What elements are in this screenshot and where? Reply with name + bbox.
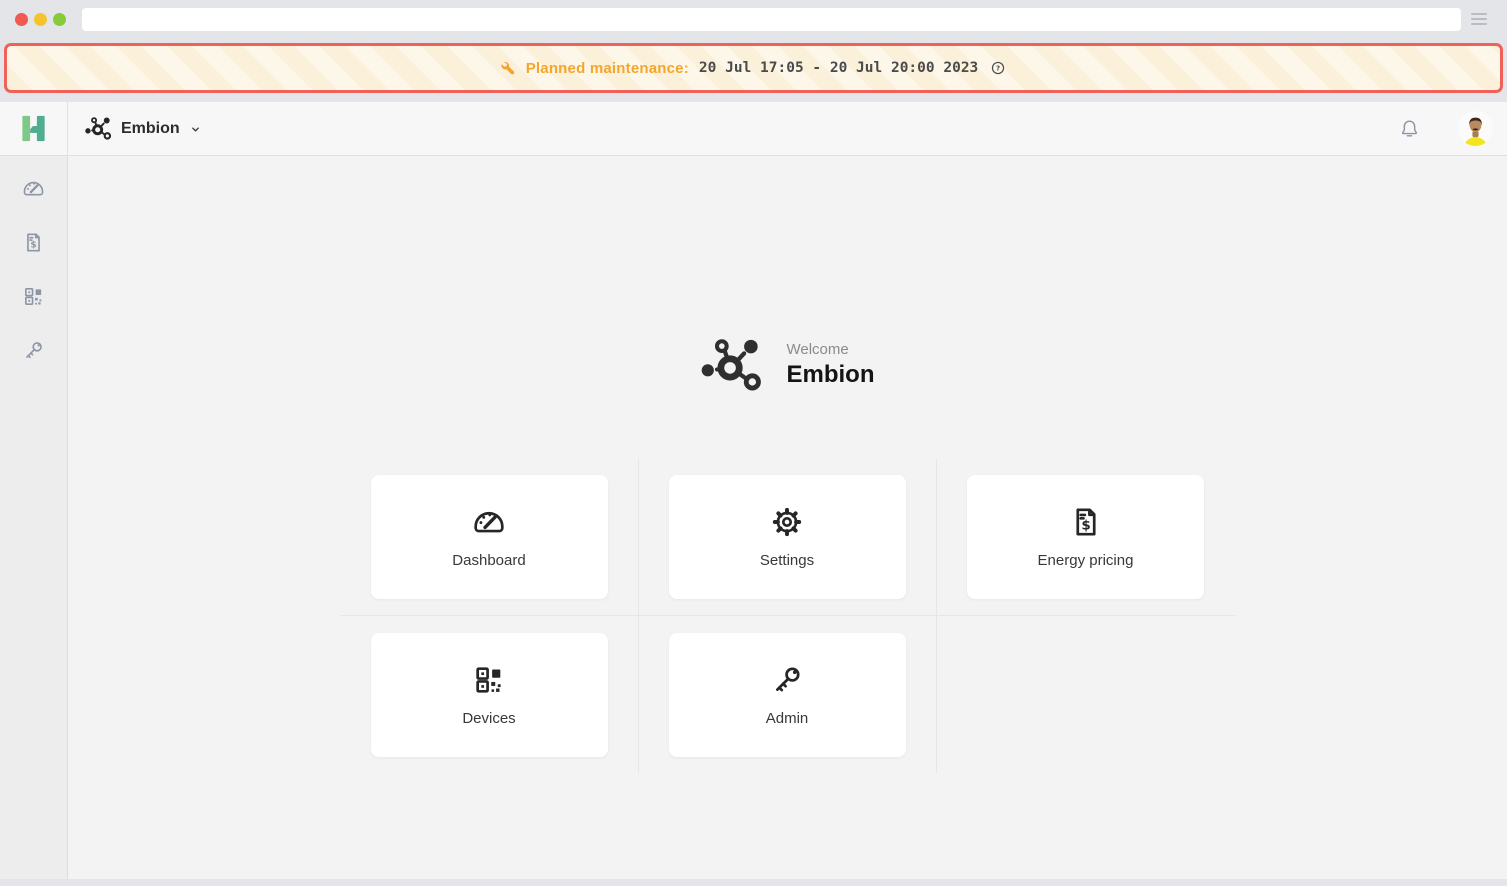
help-circle-icon[interactable] bbox=[988, 58, 1008, 78]
grid-cell: Settings bbox=[639, 459, 937, 616]
gear-icon bbox=[770, 505, 804, 539]
zoom-window-button[interactable] bbox=[53, 13, 66, 26]
main-content: Welcome Embion Dashboard Settings bbox=[68, 156, 1507, 879]
grid-cell: Dashboard bbox=[341, 459, 639, 616]
url-bar[interactable] bbox=[82, 8, 1461, 31]
grid-cell: Devices bbox=[341, 616, 639, 773]
qr-code-icon bbox=[472, 663, 506, 697]
browser-titlebar bbox=[0, 0, 1507, 38]
sidebar-item-admin[interactable] bbox=[14, 338, 54, 362]
hub-logo[interactable] bbox=[0, 102, 68, 156]
maintenance-banner: Planned maintenance: 20 Jul 17:05 - 20 J… bbox=[4, 43, 1503, 93]
app-header: Embion bbox=[68, 102, 1507, 156]
sidebar bbox=[0, 156, 68, 879]
h-logo-icon bbox=[18, 113, 49, 144]
grid-cell-empty bbox=[937, 616, 1235, 773]
molecule-icon bbox=[701, 334, 763, 396]
sidebar-item-energy-pricing[interactable] bbox=[14, 230, 54, 254]
card-energy-pricing[interactable]: Energy pricing bbox=[967, 475, 1204, 599]
card-admin[interactable]: Admin bbox=[669, 633, 906, 757]
maintenance-label: Planned maintenance: bbox=[526, 60, 689, 77]
org-switcher[interactable]: Embion bbox=[85, 115, 202, 142]
card-dashboard[interactable]: Dashboard bbox=[371, 475, 608, 599]
shortcut-grid: Dashboard Settings Energy pricing Device… bbox=[341, 459, 1235, 773]
card-label: Energy pricing bbox=[1038, 552, 1134, 569]
key-icon bbox=[22, 339, 45, 362]
sidebar-item-dashboard[interactable] bbox=[14, 176, 54, 200]
card-label: Devices bbox=[462, 710, 515, 727]
maintenance-schedule: 20 Jul 17:05 - 20 Jul 20:00 2023 bbox=[699, 60, 978, 76]
window-controls bbox=[15, 13, 66, 26]
invoice-dollar-icon bbox=[22, 231, 45, 254]
card-settings[interactable]: Settings bbox=[669, 475, 906, 599]
grid-cell: Energy pricing bbox=[937, 459, 1235, 616]
banner-zone: Planned maintenance: 20 Jul 17:05 - 20 J… bbox=[0, 43, 1507, 102]
grid-cell: Admin bbox=[639, 616, 937, 773]
app-shell: Embion Welcome bbox=[0, 102, 1507, 879]
gauge-icon bbox=[22, 177, 45, 200]
card-label: Settings bbox=[760, 552, 814, 569]
welcome-block: Welcome Embion bbox=[68, 334, 1507, 396]
bell-icon bbox=[1398, 117, 1421, 140]
invoice-dollar-icon bbox=[1069, 505, 1103, 539]
card-label: Dashboard bbox=[452, 552, 525, 569]
wrench-icon bbox=[499, 60, 516, 77]
minimize-window-button[interactable] bbox=[34, 13, 47, 26]
chevron-down-icon bbox=[189, 123, 202, 136]
welcome-greeting: Welcome bbox=[787, 341, 875, 358]
card-label: Admin bbox=[766, 710, 809, 727]
qr-code-icon bbox=[22, 285, 45, 308]
close-window-button[interactable] bbox=[15, 13, 28, 26]
card-devices[interactable]: Devices bbox=[371, 633, 608, 757]
avatar bbox=[1458, 111, 1493, 146]
browser-menu-icon[interactable] bbox=[1471, 8, 1493, 30]
org-name: Embion bbox=[121, 120, 180, 138]
sidebar-item-devices[interactable] bbox=[14, 284, 54, 308]
gauge-icon bbox=[472, 505, 506, 539]
user-menu-button[interactable] bbox=[1458, 111, 1493, 146]
welcome-org-name: Embion bbox=[787, 361, 875, 389]
notifications-button[interactable] bbox=[1397, 117, 1421, 141]
window-bottom-edge bbox=[0, 879, 1507, 886]
molecule-icon bbox=[85, 115, 112, 142]
key-icon bbox=[770, 663, 804, 697]
